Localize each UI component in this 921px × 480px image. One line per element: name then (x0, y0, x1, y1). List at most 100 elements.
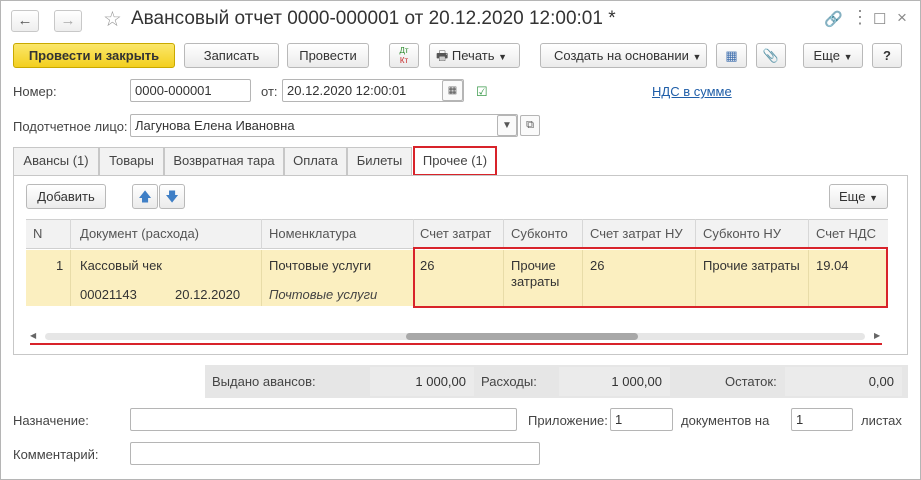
horizontal-scrollbar-thumb[interactable] (406, 333, 638, 340)
row-nomenclature-content[interactable]: Почтовые услуги (269, 287, 377, 302)
move-down-button[interactable]: 🡇 (159, 184, 185, 209)
advances-issued-value: 1 000,00 (370, 367, 474, 396)
purpose-field[interactable] (130, 408, 517, 431)
calendar-button[interactable]: ▦ (442, 80, 463, 101)
panel-more-button[interactable]: Еще ▼ (829, 184, 888, 209)
help-button[interactable]: ? (872, 43, 902, 68)
accountable-person-field[interactable]: Лагунова Елена Ивановна (130, 114, 518, 137)
column-separator (808, 219, 809, 249)
column-header-n[interactable]: N (33, 219, 42, 249)
attachment-label: Приложение: (528, 413, 608, 428)
number-label: Номер: (13, 84, 57, 99)
add-row-button[interactable]: Добавить (26, 184, 106, 209)
calendar-icon: ▦ (447, 85, 458, 96)
dropdown-arrow-icon: ▼ (843, 52, 853, 62)
advances-issued-label: Выдано авансов: (212, 374, 316, 389)
maximize-icon[interactable]: ☐ (873, 10, 886, 28)
print-button[interactable]: 🖶 Печать ▼ (429, 43, 520, 68)
sheets-count-field[interactable]: 1 (791, 408, 853, 431)
column-separator (70, 219, 71, 249)
dt-label: Дт (399, 46, 409, 55)
tab-advances[interactable]: Авансы (1) (13, 147, 99, 175)
number-field[interactable]: 0000-000001 (130, 79, 251, 102)
tab-other[interactable]: Прочее (1) (413, 146, 497, 176)
structure-button[interactable]: ▦ (716, 43, 747, 68)
window-title: Авансовый отчет 0000-000001 от 20.12.202… (131, 8, 616, 29)
comment-field[interactable] (130, 442, 540, 465)
dt-kt-icon: Дт Кт (390, 46, 418, 66)
arrow-up-icon: 🡅 (138, 189, 152, 204)
balance-label: Остаток: (725, 374, 777, 389)
column-header-subconto[interactable]: Субконто (511, 219, 568, 249)
kt-label: Кт (399, 56, 409, 65)
row-number: 1 (56, 258, 64, 273)
column-separator (413, 219, 414, 249)
more-vertical-icon[interactable]: ⋮ (851, 7, 869, 28)
expenses-value: 1 000,00 (559, 367, 670, 396)
documents-on-label: документов на (681, 413, 770, 428)
column-header-document[interactable]: Документ (расхода) (80, 219, 199, 249)
dt-kt-button[interactable]: Дт Кт (389, 43, 419, 68)
attach-button[interactable]: 📎 (756, 43, 786, 68)
link-icon[interactable]: 🔗 (824, 10, 843, 28)
date-field[interactable]: 20.12.2020 12:00:01 (282, 79, 464, 102)
chevron-down-icon: ▼ (502, 120, 512, 131)
arrow-left-icon: ← (17, 12, 33, 29)
purpose-label: Назначение: (13, 413, 89, 428)
row-nomenclature[interactable]: Почтовые услуги (269, 258, 371, 273)
tab-payment[interactable]: Оплата (284, 147, 347, 175)
back-button[interactable]: ← (11, 10, 39, 32)
paperclip-icon: 📎 (762, 48, 780, 63)
arrow-right-icon: → (60, 12, 76, 29)
more-button[interactable]: Еще ▼ (803, 43, 863, 68)
more-label: Еще (813, 48, 840, 63)
tab-goods[interactable]: Товары (99, 147, 164, 175)
row-document-number[interactable]: 00021143 (80, 287, 137, 302)
printer-icon: 🖶 (436, 48, 449, 63)
dropdown-arrow-icon: ▼ (692, 52, 702, 62)
arrow-down-icon: 🡇 (165, 189, 179, 204)
scroll-left-icon[interactable]: ◀ (30, 331, 36, 340)
column-header-subconto-nu[interactable]: Субконто НУ (703, 219, 781, 249)
row-document-date[interactable]: 20.12.2020 (175, 287, 240, 302)
scroll-right-icon[interactable]: ▶ (874, 331, 880, 340)
person-dropdown-button[interactable]: ▼ (497, 115, 517, 136)
open-person-button[interactable]: ⧉ (520, 115, 540, 136)
vat-in-sum-link[interactable]: НДС в сумме (652, 84, 732, 99)
sheets-label: листах (861, 413, 902, 428)
row-document[interactable]: Кассовый чек (80, 258, 162, 273)
date-value: 20.12.2020 12:00:01 (287, 83, 407, 98)
create-based-on-button[interactable]: Создать на основании ▼ (540, 43, 707, 68)
close-icon[interactable]: × (897, 8, 907, 28)
open-window-icon: ⧉ (526, 119, 534, 131)
balance-value: 0,00 (785, 367, 902, 396)
favorite-star-icon[interactable]: ☆ (103, 7, 122, 32)
forward-button[interactable]: → (54, 10, 82, 32)
dropdown-arrow-icon: ▼ (869, 193, 878, 203)
save-button[interactable]: Записать (184, 43, 279, 68)
post-button[interactable]: Провести (287, 43, 369, 68)
check-list-icon[interactable]: ☑ (476, 84, 488, 100)
column-header-vat-account[interactable]: Счет НДС (816, 219, 876, 249)
print-label: Печать (451, 48, 495, 63)
date-label: от: (261, 84, 278, 99)
column-header-cost-account[interactable]: Счет затрат (420, 219, 491, 249)
tab-tickets[interactable]: Билеты (347, 147, 412, 175)
post-and-close-button[interactable]: Провести и закрыть (13, 43, 175, 68)
column-separator (261, 250, 262, 306)
move-up-button[interactable]: 🡅 (132, 184, 158, 209)
accountable-person-label: Подотчетное лицо: (13, 119, 128, 134)
comment-label: Комментарий: (13, 447, 99, 462)
attachment-count-field[interactable]: 1 (610, 408, 673, 431)
column-separator (70, 250, 71, 306)
column-header-cost-account-nu[interactable]: Счет затрат НУ (590, 219, 683, 249)
expenses-label: Расходы: (481, 374, 537, 389)
panel-more-label: Еще (839, 189, 866, 204)
tab-returnable-containers[interactable]: Возвратная тара (164, 147, 284, 175)
highlight-underline (30, 343, 882, 345)
create-based-label: Создать на основании (554, 48, 689, 63)
structure-icon: ▦ (725, 48, 738, 63)
column-separator (503, 219, 504, 249)
column-header-nomenclature[interactable]: Номенклатура (269, 219, 356, 249)
column-separator (695, 219, 696, 249)
